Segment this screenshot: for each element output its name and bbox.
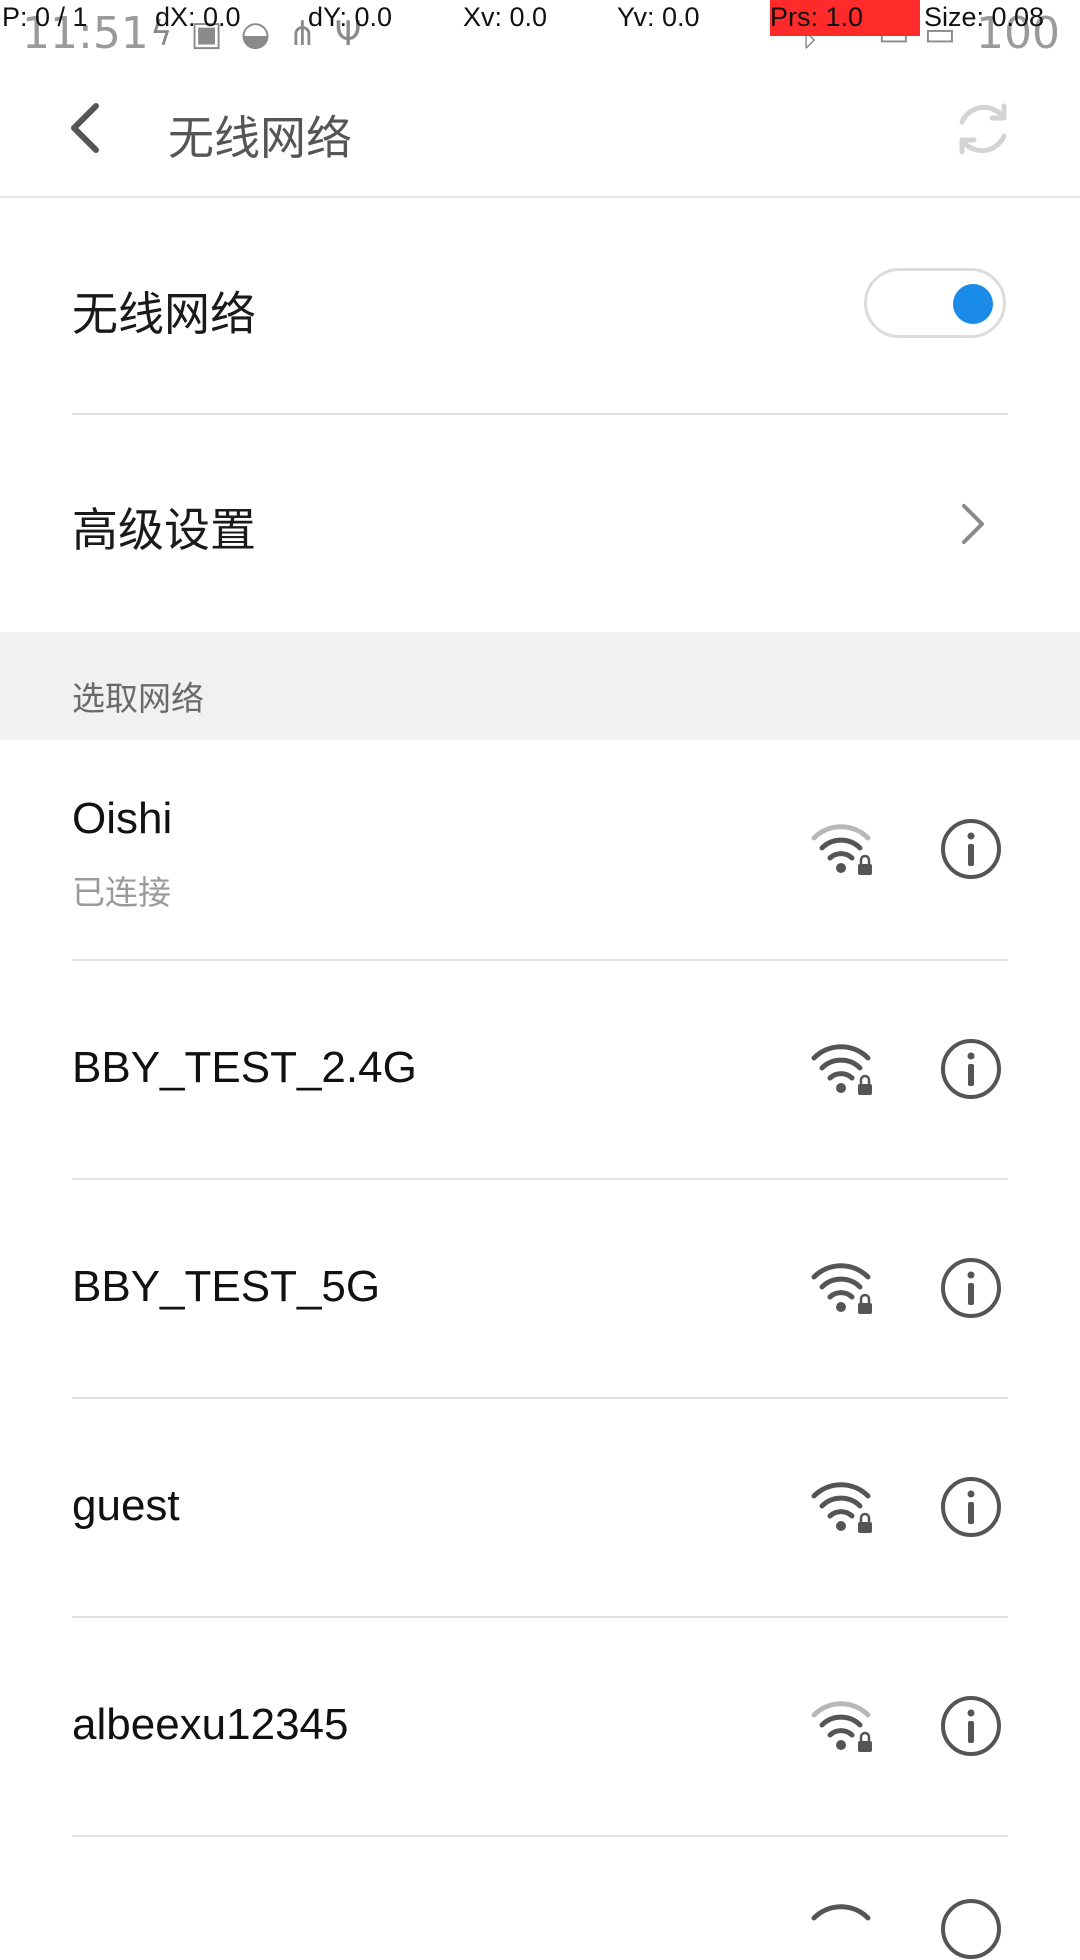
debug-yv: Yv: 0.0 bbox=[617, 2, 700, 32]
pointer-debug-overlay: P: 0 / 1 dX: 0.0 dY: 0.0 Xv: 0.0 Yv: 0.0… bbox=[0, 0, 1080, 36]
info-icon[interactable] bbox=[940, 1038, 1002, 1100]
network-status: 已连接 bbox=[72, 873, 171, 912]
wifi-lock-icon bbox=[811, 1044, 872, 1095]
info-icon[interactable] bbox=[940, 818, 1002, 880]
wifi-lock-icon bbox=[811, 1263, 872, 1314]
network-name: BBY_TEST_2.4G bbox=[72, 1043, 417, 1092]
wifi-lock-icon bbox=[811, 1482, 872, 1533]
app-bar: 无线网络 bbox=[0, 62, 1080, 198]
network-item[interactable]: BBY_TEST_2.4G bbox=[0, 961, 1080, 1179]
network-item[interactable]: Oishi 已连接 bbox=[0, 742, 1080, 958]
divider bbox=[72, 413, 1008, 415]
section-header-label: 选取网络 bbox=[72, 679, 204, 718]
section-header: 选取网络 bbox=[0, 632, 1080, 740]
chevron-right-icon bbox=[962, 504, 984, 544]
network-item[interactable]: BBY_TEST_5G bbox=[0, 1180, 1080, 1398]
back-arrow-icon[interactable] bbox=[58, 100, 114, 156]
wifi-toggle-label: 无线网络 bbox=[72, 287, 256, 341]
network-item[interactable]: guest bbox=[0, 1399, 1080, 1617]
wifi-toggle-switch[interactable] bbox=[864, 268, 1006, 338]
advanced-settings-row[interactable]: 高级设置 bbox=[0, 416, 1080, 632]
network-name: BBY_TEST_5G bbox=[72, 1262, 381, 1311]
network-name: guest bbox=[72, 1481, 180, 1530]
divider bbox=[72, 1835, 1008, 1837]
debug-size: Size: 0.08 bbox=[924, 2, 1045, 32]
debug-pressure: Prs: 1.0 bbox=[770, 2, 864, 32]
info-icon[interactable] bbox=[940, 1476, 1002, 1538]
info-icon[interactable] bbox=[940, 1257, 1002, 1319]
page-title: 无线网络 bbox=[168, 111, 352, 165]
wifi-lock-icon bbox=[811, 824, 872, 875]
debug-xv: Xv: 0.0 bbox=[463, 2, 548, 32]
network-name: albeexu12345 bbox=[72, 1700, 349, 1749]
debug-dy: dY: 0.0 bbox=[308, 2, 393, 32]
advanced-settings-label: 高级设置 bbox=[72, 503, 256, 557]
refresh-icon[interactable] bbox=[952, 98, 1014, 160]
debug-pointer: P: 0 / 1 bbox=[2, 2, 88, 32]
wifi-lock-icon bbox=[811, 1701, 872, 1752]
network-name: Oishi bbox=[72, 794, 173, 843]
wifi-lock-icon bbox=[811, 1904, 871, 1921]
debug-dx: dX: 0.0 bbox=[155, 2, 241, 32]
info-icon[interactable] bbox=[940, 1898, 1002, 1960]
network-item[interactable]: albeexu12345 bbox=[0, 1618, 1080, 1836]
info-icon[interactable] bbox=[940, 1695, 1002, 1757]
toggle-knob bbox=[953, 284, 993, 324]
